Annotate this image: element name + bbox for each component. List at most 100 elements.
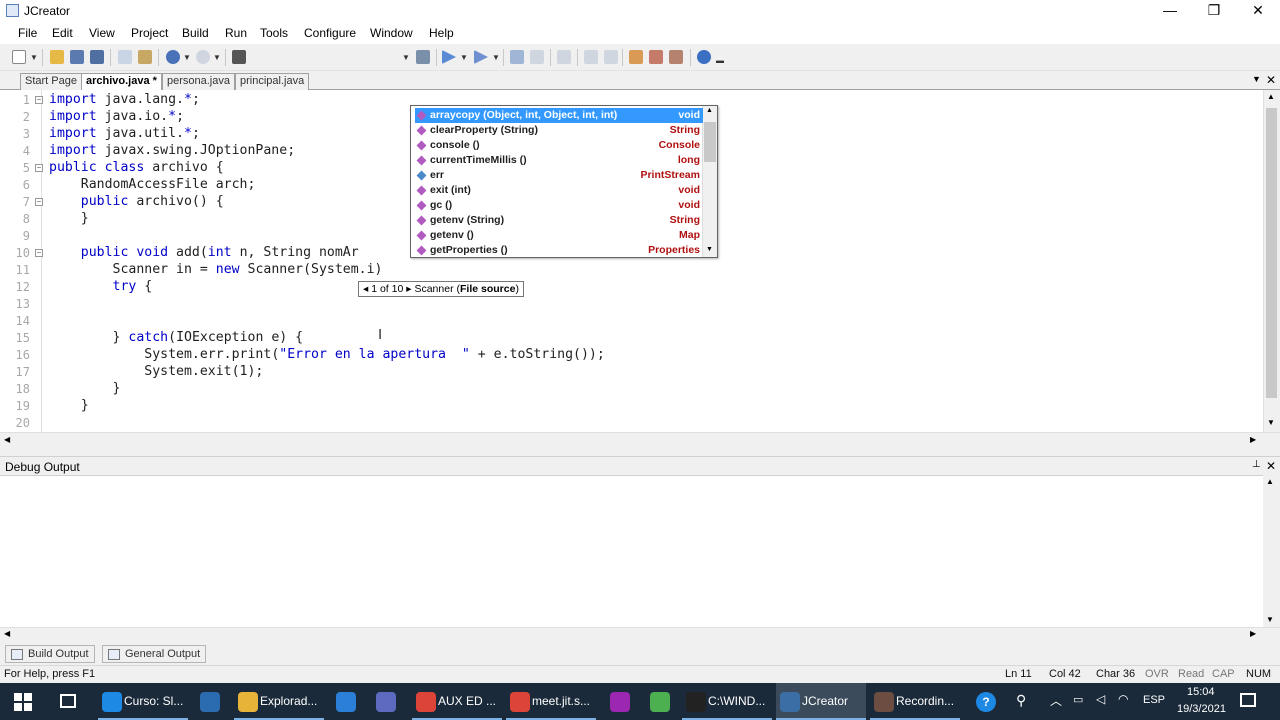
input-language[interactable]: ESP [1143,694,1165,706]
task-view-icon[interactable] [60,694,76,708]
save-all-icon[interactable] [90,50,104,64]
code-line[interactable]: public void add(int n, String nomAr [49,245,359,260]
cascade-icon[interactable] [669,50,683,64]
popup-scroll-up-icon[interactable]: ▲ [706,107,713,114]
menu-window[interactable]: Window [370,26,413,40]
clock-time[interactable]: 15:04 [1187,686,1215,698]
window-icon[interactable] [629,50,643,64]
menu-project[interactable]: Project [131,26,168,40]
taskbar-app[interactable]: AUX ED ... [412,683,502,720]
tile-icon[interactable] [649,50,663,64]
menu-tools[interactable]: Tools [260,26,288,40]
fold-toggle-icon[interactable]: − [35,96,43,104]
wand-icon[interactable] [557,50,571,64]
editor-horizontal-scrollbar[interactable]: ◀ ▶ [0,432,1280,449]
search-combo-dropdown-icon[interactable]: ▼ [402,53,410,62]
tab-list-dropdown-icon[interactable]: ▼ [1252,74,1261,84]
taskbar-app[interactable] [332,683,360,720]
tray-chevron-icon[interactable]: ︿ [1050,692,1062,709]
save-icon[interactable] [70,50,84,64]
debug-scroll-down-icon[interactable]: ▼ [1266,615,1274,624]
editor-vertical-scrollbar[interactable]: ▲ ▼ [1263,90,1280,432]
paste-icon[interactable] [138,50,152,64]
autocomplete-item[interactable]: currentTimeMillis () long [415,153,703,168]
taskbar-app[interactable]: Recordin... [870,683,960,720]
taskbar-app[interactable]: JCreator [776,683,866,720]
battery-icon[interactable]: ▭ [1073,693,1083,706]
tooltip-next-icon[interactable]: ▸ [406,283,411,295]
autocomplete-item[interactable]: console () Console [415,138,703,153]
wifi-icon[interactable]: ◠ [1118,692,1128,706]
code-line[interactable]: import java.lang.*; [49,92,200,107]
taskbar-app[interactable] [606,683,634,720]
menu-run[interactable]: Run [225,26,247,40]
rebuild-icon[interactable] [530,50,544,64]
run-icon[interactable] [442,50,456,64]
code-line[interactable]: public class archivo { [49,160,224,175]
scroll-left-icon[interactable]: ◀ [4,435,10,444]
undo-dropdown-icon[interactable]: ▼ [183,53,191,62]
debug-dropdown-icon[interactable]: ▼ [492,53,500,62]
editor-scroll-thumb[interactable] [1266,108,1277,398]
menu-configure[interactable]: Configure [304,26,356,40]
undo-icon[interactable] [166,50,180,64]
code-line[interactable]: System.exit(1); [49,364,263,379]
taskbar-app[interactable] [372,683,400,720]
taskbar-app[interactable]: C:\WIND... [682,683,772,720]
autocomplete-item[interactable]: getProperties () Properties [415,243,703,258]
new-dropdown-icon[interactable]: ▼ [30,53,38,62]
code-line[interactable]: } [49,381,121,396]
restore-button[interactable]: ❐ [1192,0,1236,22]
code-line[interactable]: } [49,211,89,226]
code-line[interactable]: RandomAccessFile arch; [49,177,256,192]
menu-edit[interactable]: Edit [52,26,73,40]
volume-icon[interactable]: ◁ [1096,692,1105,706]
forward-icon[interactable] [604,50,618,64]
menu-file[interactable]: File [18,26,37,40]
code-line[interactable]: import java.io.*; [49,109,184,124]
code-line[interactable]: import javax.swing.JOptionPane; [49,143,295,158]
autocomplete-item[interactable]: exit (int) void [415,183,703,198]
minimize-button[interactable]: — [1148,0,1192,22]
fold-toggle-icon[interactable]: − [35,164,43,172]
taskbar-app[interactable]: Curso: Sl... [98,683,188,720]
popup-scroll-thumb[interactable] [704,122,716,162]
build-icon[interactable] [510,50,524,64]
find-icon[interactable] [232,50,246,64]
tab-start-page[interactable]: Start Page [20,73,82,90]
taskbar-app[interactable]: Explorad... [234,683,324,720]
tab-principal-java[interactable]: principal.java [235,73,310,90]
scroll-right-icon[interactable]: ▶ [1250,435,1256,444]
autocomplete-item[interactable]: gc () void [415,198,703,213]
menu-view[interactable]: View [89,26,115,40]
search-combo[interactable] [252,49,402,65]
scroll-up-icon[interactable]: ▲ [1267,92,1275,101]
back-icon[interactable] [584,50,598,64]
tab-archivo-java[interactable]: archivo.java * [81,73,162,91]
autocomplete-item[interactable]: getenv () Map [415,228,703,243]
tooltip-prev-icon[interactable]: ◂ [363,283,368,295]
debug-close-icon[interactable]: ✕ [1266,459,1276,473]
redo-icon[interactable] [196,50,210,64]
compile-icon[interactable] [416,50,430,64]
windows-start-icon[interactable] [14,693,32,711]
tab-general-output[interactable]: General Output [102,645,207,663]
debug-scroll-right-icon[interactable]: ▶ [1250,629,1256,638]
taskbar-app[interactable] [196,683,224,720]
code-line[interactable]: import java.util.*; [49,126,200,141]
code-line[interactable]: } catch(IOException e) { [49,330,304,345]
autocomplete-item[interactable]: clearProperty (String) String [415,123,703,138]
run-dropdown-icon[interactable]: ▼ [460,53,468,62]
redo-dropdown-icon[interactable]: ▼ [213,53,221,62]
popup-scroll-down-icon[interactable]: ▼ [706,246,713,253]
code-line[interactable]: System.err.print("Error en la apertura "… [49,347,605,362]
new-file-icon[interactable] [12,50,26,64]
taskbar-app[interactable] [646,683,674,720]
autocomplete-item[interactable]: err PrintStream [415,168,703,183]
debug-horizontal-scrollbar[interactable]: ◀ ▶ [0,627,1280,641]
menu-build[interactable]: Build [182,26,209,40]
scroll-down-icon[interactable]: ▼ [1267,418,1275,427]
autocomplete-item[interactable]: arraycopy (Object, int, Object, int, int… [415,108,703,123]
fold-toggle-icon[interactable]: − [35,249,43,257]
taskbar-app[interactable]: meet.jit.s... [506,683,596,720]
